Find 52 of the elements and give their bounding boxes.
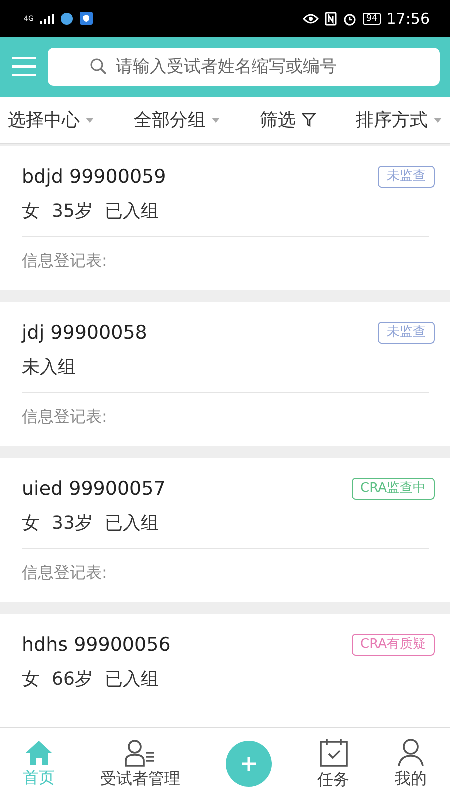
status-tag: 未监查 bbox=[378, 322, 435, 344]
calendar-check-icon bbox=[318, 738, 349, 768]
battery-level: 94 bbox=[363, 12, 381, 24]
nav-tab[interactable]: 我的 bbox=[395, 738, 428, 790]
search-field[interactable]: 请输入受试者姓名缩写或编号 bbox=[48, 48, 440, 86]
filter-dropdown[interactable]: 全部分组 bbox=[134, 108, 220, 132]
filter-dropdown[interactable]: 选择中心 bbox=[8, 108, 94, 132]
user-list-icon bbox=[124, 738, 156, 766]
caret-icon bbox=[212, 118, 220, 122]
form-label: 信息登记表: bbox=[22, 562, 108, 584]
status-tag: CRA有质疑 bbox=[352, 634, 435, 656]
add-button[interactable] bbox=[226, 741, 272, 787]
clock-time: 17:56 bbox=[386, 10, 430, 28]
subject-name: jdj 99900058 bbox=[22, 321, 148, 345]
search-icon bbox=[90, 58, 108, 76]
menu-icon[interactable] bbox=[12, 57, 36, 77]
subject-info: 未入组 bbox=[22, 356, 76, 380]
caret-icon bbox=[86, 118, 94, 122]
subject-info: 女 bbox=[22, 668, 40, 692]
subject-info: 已入组 bbox=[104, 200, 159, 224]
subject-info: 女 bbox=[22, 512, 40, 536]
subject-card[interactable]: uied 99900057 CRA监查中 女 33岁 已入组 信息登记表: bbox=[0, 458, 450, 602]
status-tag: CRA监查中 bbox=[352, 478, 435, 500]
nav-tab[interactable]: 受试者管理 bbox=[100, 738, 180, 790]
subject-info: 已入组 bbox=[104, 512, 159, 536]
subject-info: 33岁 bbox=[52, 512, 93, 536]
subject-info: 女 bbox=[22, 200, 40, 224]
eye-icon bbox=[303, 12, 320, 24]
nav-tab[interactable]: 任务 bbox=[318, 738, 350, 790]
subject-card[interactable]: jdj 99900058 未监查 未入组 信息登记表: bbox=[0, 302, 450, 446]
home-icon bbox=[24, 740, 53, 766]
shield-icon bbox=[80, 12, 93, 25]
filter-icon bbox=[302, 113, 316, 127]
subject-info: 66岁 bbox=[52, 668, 93, 692]
filter-dropdown[interactable]: 筛选 bbox=[260, 108, 316, 132]
subject-info: 已入组 bbox=[104, 668, 159, 692]
caret-icon bbox=[434, 118, 442, 122]
subject-name: uied 99900057 bbox=[22, 477, 166, 501]
subject-name: bdjd 99900059 bbox=[22, 165, 166, 189]
plus-icon bbox=[242, 757, 256, 771]
form-label: 信息登记表: bbox=[22, 250, 108, 272]
filter-dropdown[interactable]: 排序方式 bbox=[356, 108, 442, 132]
nfc-icon bbox=[325, 12, 338, 26]
status-tag: 未监查 bbox=[378, 166, 435, 188]
form-label: 信息登记表: bbox=[22, 406, 108, 428]
subject-card[interactable]: bdjd 99900059 未监查 女 35岁 已入组 信息登记表: bbox=[0, 146, 450, 290]
subject-name: hdhs 99900056 bbox=[22, 633, 171, 657]
user-icon bbox=[398, 738, 424, 766]
signal-icon bbox=[40, 14, 54, 24]
alarm-icon bbox=[343, 12, 358, 26]
subject-card[interactable]: hdhs 99900056 CRA有质疑 女 66岁 已入组 bbox=[0, 614, 450, 727]
subject-info: 35岁 bbox=[52, 200, 93, 224]
